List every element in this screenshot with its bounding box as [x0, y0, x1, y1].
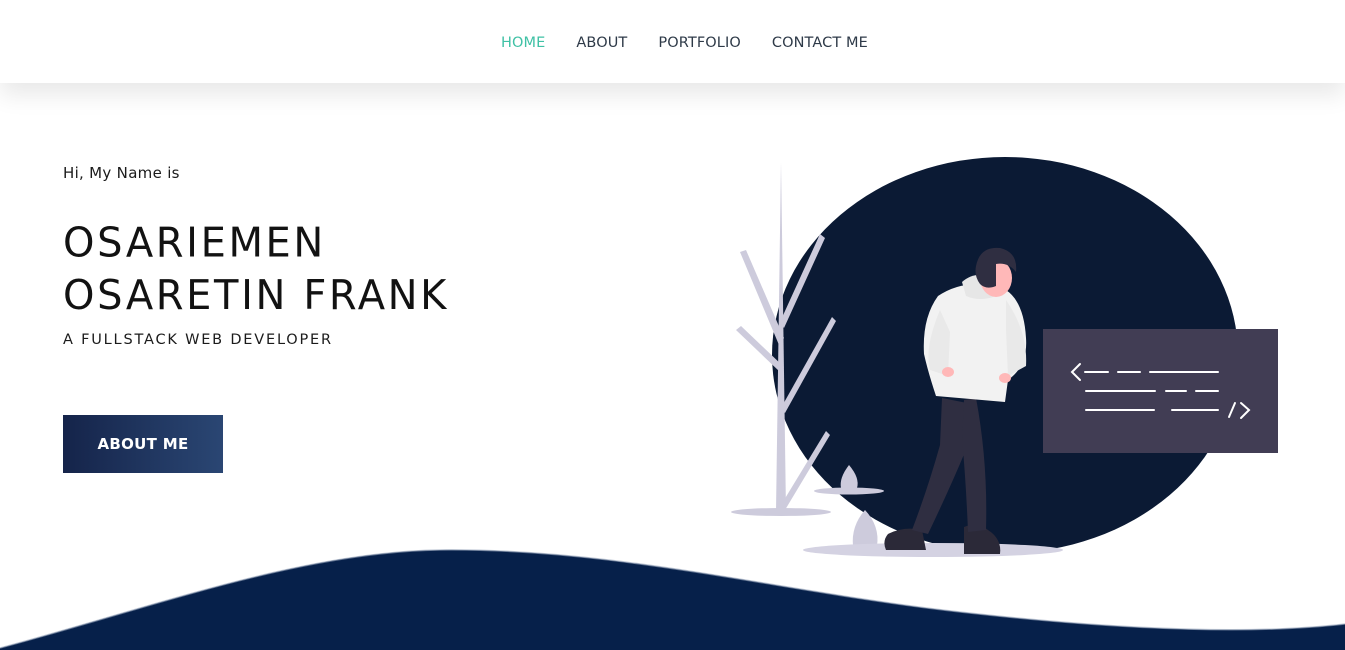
nav-link-home[interactable]: HOME — [501, 35, 545, 51]
hero-subtitle: A FULLSTACK WEB DEVELOPER — [63, 332, 333, 348]
top-navbar: HOME ABOUT PORTFOLIO CONTACT ME — [0, 0, 1345, 83]
nav-menu: HOME ABOUT PORTFOLIO CONTACT ME — [501, 32, 899, 51]
nav-link-portfolio[interactable]: PORTFOLIO — [658, 35, 740, 51]
nav-item-about: ABOUT — [576, 32, 658, 51]
nav-item-home: HOME — [501, 32, 576, 51]
nav-item-contact: CONTACT ME — [772, 32, 899, 51]
code-panel — [1043, 329, 1278, 453]
developer-illustration — [731, 157, 1278, 557]
hero-greeting: Hi, My Name is — [63, 164, 180, 182]
hero-name: OSARIEMEN OSARETIN FRANK — [63, 218, 583, 322]
about-me-button[interactable]: ABOUT ME — [63, 415, 223, 473]
hero-name-line1: OSARIEMEN — [63, 220, 326, 267]
nav-link-about[interactable]: ABOUT — [576, 35, 627, 51]
hero-name-line2: OSARETIN FRANK — [63, 272, 450, 319]
nav-link-contact[interactable]: CONTACT ME — [772, 35, 868, 51]
bottom-wave — [0, 549, 1345, 650]
nav-item-portfolio: PORTFOLIO — [658, 32, 771, 51]
